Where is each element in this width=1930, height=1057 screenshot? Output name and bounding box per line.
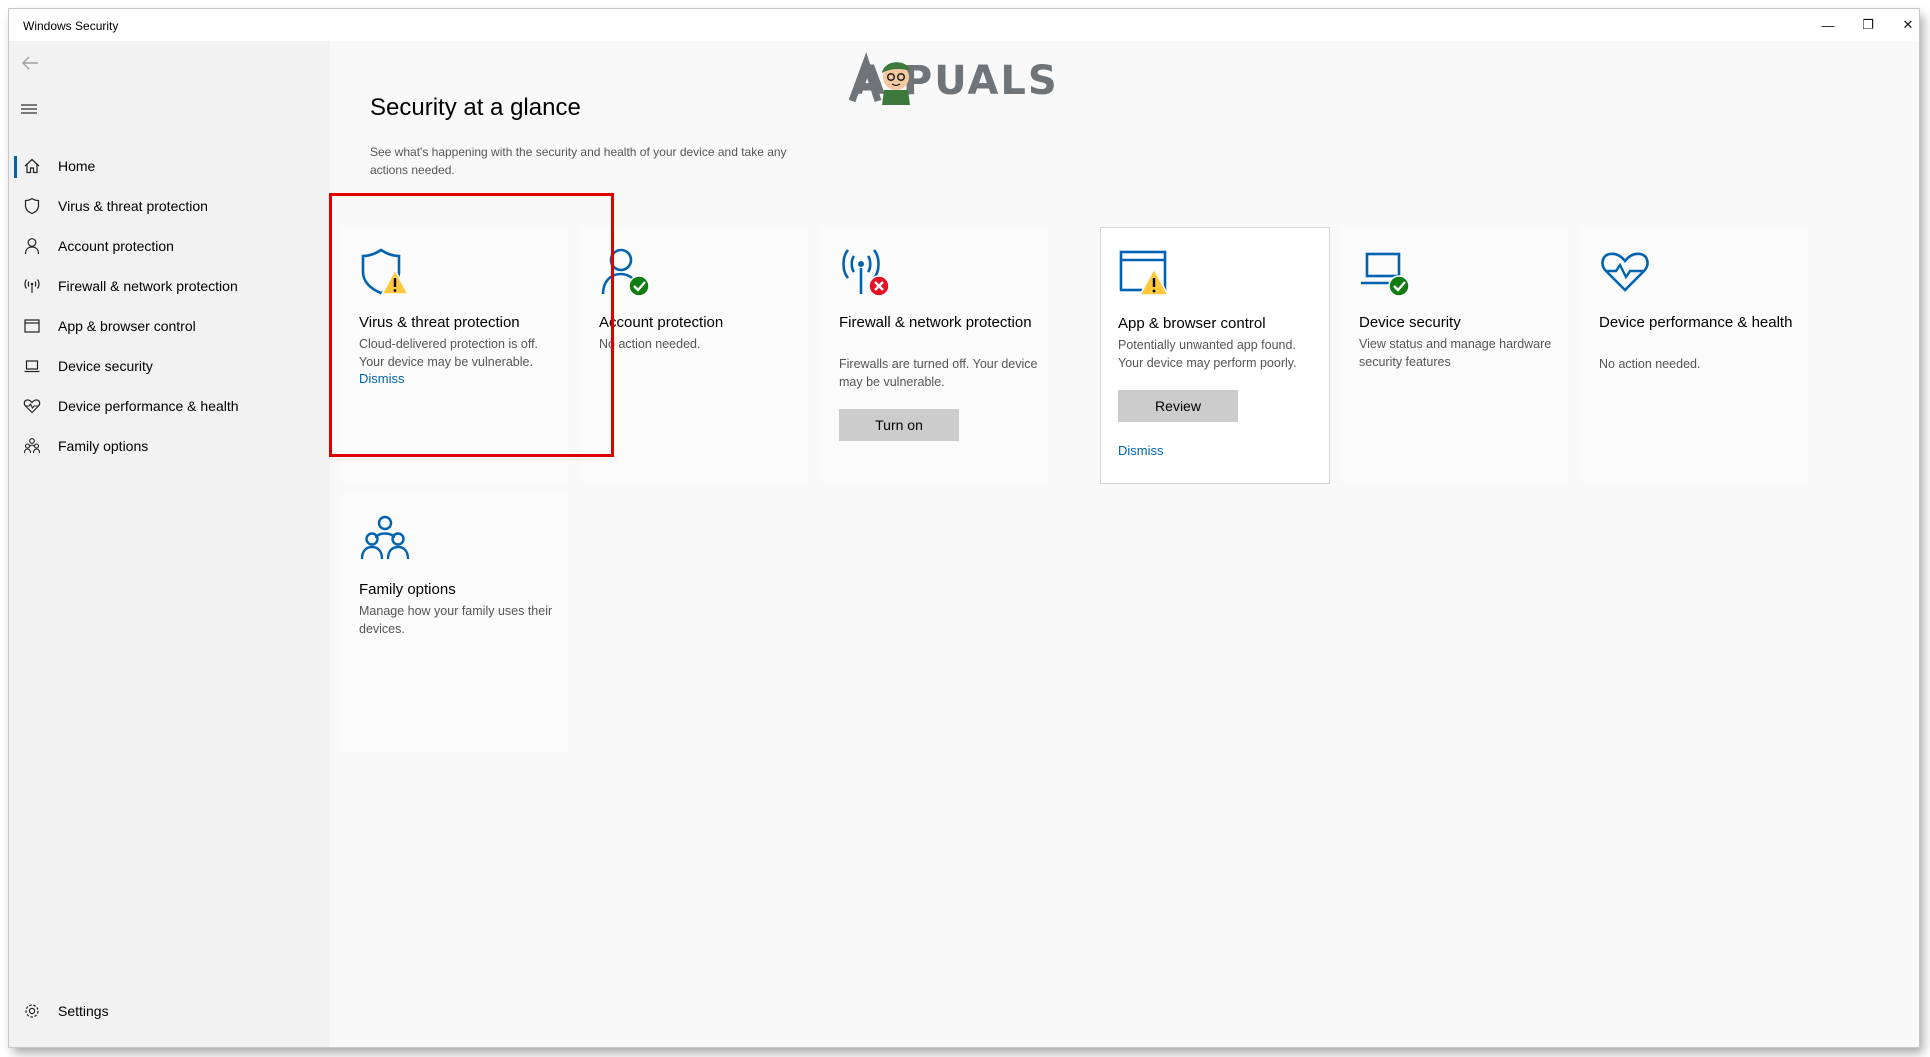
card-description: No action needed.: [1599, 357, 1701, 371]
card-virus-threat-protection[interactable]: Virus & threat protection Cloud-delivere…: [341, 226, 569, 484]
card-title: Firewall & network protection: [839, 314, 1032, 331]
page-subtitle: See what's happening with the security a…: [370, 145, 787, 177]
close-button[interactable]: ✕: [1885, 9, 1919, 41]
heart-pulse-icon: [1601, 252, 1649, 292]
sidebar-item-firewall-network-protection[interactable]: Firewall & network protection: [9, 266, 330, 306]
main-content: A PUALS Security at a glance See what's …: [330, 41, 1919, 1047]
page-title: Security at a glance: [370, 94, 581, 121]
card-title: Virus & threat protection: [359, 314, 520, 331]
card-title: Family options: [359, 581, 456, 598]
sidebar-item-label: Account protection: [58, 238, 174, 254]
heart-icon: [22, 396, 42, 416]
antenna-error-icon: [842, 249, 890, 297]
card-firewall-network-protection[interactable]: Firewall & network protection Firewalls …: [821, 226, 1049, 484]
card-description: Manage how your family uses their device…: [359, 604, 553, 636]
card-title: Account protection: [599, 314, 724, 331]
card-title: Device security: [1359, 314, 1461, 331]
selected-indicator: [14, 156, 17, 178]
restore-icon: ❐: [1862, 17, 1874, 32]
card-family-options[interactable]: Family options Manage how your family us…: [341, 493, 569, 751]
card-title: App & browser control: [1118, 315, 1266, 332]
turn-on-button[interactable]: Turn on: [839, 409, 959, 441]
dismiss-link[interactable]: Dismiss: [1118, 443, 1164, 458]
sidebar-item-account-protection[interactable]: Account protection: [9, 226, 330, 266]
close-icon: ✕: [1902, 17, 1914, 32]
sidebar-item-label: Device security: [58, 358, 153, 374]
back-arrow-icon: [22, 56, 38, 70]
card-device-security[interactable]: Device security View status and manage h…: [1341, 226, 1569, 484]
person-icon: [22, 236, 42, 256]
laptop-ok-icon: [1361, 252, 1410, 297]
sidebar-item-label: Device performance & health: [58, 398, 239, 414]
sidebar-item-home[interactable]: Home: [9, 146, 330, 186]
sidebar-item-settings[interactable]: Settings: [9, 991, 330, 1031]
card-device-performance-health[interactable]: Device performance & health No action ne…: [1581, 226, 1809, 484]
shield-warning-icon: [361, 248, 410, 295]
settings-label: Settings: [58, 1003, 109, 1019]
window-title: Windows Security: [23, 19, 119, 33]
gear-icon: [22, 1001, 42, 1021]
browser-window-icon: [22, 316, 42, 336]
sidebar-item-label: Family options: [58, 438, 149, 454]
sidebar-item-label: Virus & threat protection: [58, 198, 208, 214]
card-description: No action needed.: [599, 337, 701, 351]
sidebar: Home Virus & threat protection Account p…: [9, 41, 330, 1047]
appuals-mascot-icon: [848, 52, 910, 105]
sidebar-item-label: Firewall & network protection: [58, 278, 238, 294]
card-description: View status and manage hardware security…: [1359, 337, 1552, 369]
browser-warning-icon: [1119, 250, 1170, 296]
dismiss-link[interactable]: Dismiss: [359, 371, 405, 386]
card-description: Potentially unwanted app found. Your dev…: [1118, 338, 1297, 370]
card-title: Device performance & health: [1599, 314, 1793, 331]
card-app-browser-control[interactable]: App & browser control Potentially unwant…: [1100, 227, 1330, 484]
review-button[interactable]: Review: [1118, 390, 1238, 422]
laptop-icon: [22, 356, 42, 376]
back-button[interactable]: [18, 51, 42, 75]
sidebar-item-device-security[interactable]: Device security: [9, 346, 330, 386]
minimize-icon: —: [1821, 17, 1835, 33]
card-description: Cloud-delivered protection is off. Your …: [359, 337, 539, 369]
family-icon: [360, 515, 410, 560]
shield-icon: [22, 196, 42, 216]
sidebar-item-app-browser-control[interactable]: App & browser control: [9, 306, 330, 346]
appuals-logo: A PUALS: [848, 51, 1059, 111]
sidebar-item-family-options[interactable]: Family options: [9, 426, 330, 466]
home-icon: [22, 156, 42, 176]
menu-button[interactable]: [19, 101, 39, 117]
antenna-icon: [22, 276, 42, 296]
card-description: Firewalls are turned off. Your device ma…: [839, 357, 1038, 389]
person-ok-icon: [601, 248, 650, 297]
sidebar-item-label: App & browser control: [58, 318, 196, 334]
windows-security-window: Windows Security — ❐ ✕ Home Virus & thre…: [9, 9, 1919, 1047]
family-icon: [22, 436, 42, 456]
title-bar: Windows Security — ❐ ✕: [9, 9, 1919, 41]
card-account-protection[interactable]: Account protection No action needed.: [581, 226, 809, 484]
sidebar-item-virus-threat-protection[interactable]: Virus & threat protection: [9, 186, 330, 226]
sidebar-item-device-performance-health[interactable]: Device performance & health: [9, 386, 330, 426]
hamburger-icon: [21, 104, 37, 114]
sidebar-item-label: Home: [58, 158, 96, 174]
